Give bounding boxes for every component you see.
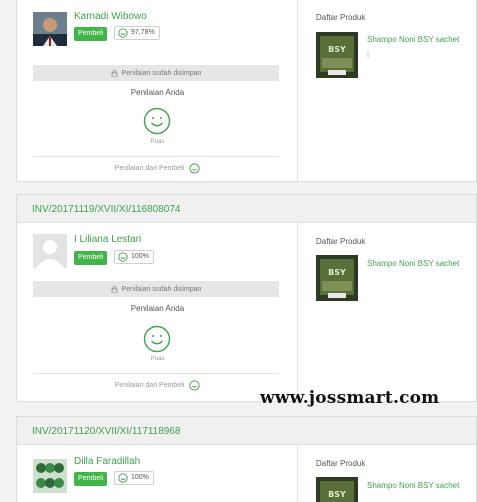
svg-text:BSY: BSY	[328, 268, 346, 277]
buyer-review-panel: Dilla Faradillah Pembeli 100%	[17, 445, 298, 502]
buyer-reputation-chip: 100%	[114, 471, 154, 485]
product-image[interactable]: BSY	[316, 477, 358, 502]
your-rating-label: Penilaian Anda	[130, 304, 185, 313]
product-name[interactable]: Shampo Noni BSY sachet	[367, 481, 459, 490]
buyer-reputation: 97,78%	[131, 29, 155, 36]
smile-icon	[189, 380, 200, 391]
divider	[33, 156, 279, 157]
order-card: INV/20171119/XVII/XI/116808074 I Liliana…	[16, 194, 477, 402]
review-saved-bar: Penilaian sudah disimpan	[33, 281, 279, 297]
product-image[interactable]: BSY	[316, 32, 358, 78]
buyer-reputation-chip: 100%	[114, 250, 154, 264]
review-saved-bar: Penilaian sudah disimpan	[33, 65, 279, 81]
buyer-badge: Pembeli	[74, 27, 108, 41]
product-panel: Daftar Produk BSY Shampo Noni BSY sachet	[299, 445, 476, 502]
buyer-rating-link[interactable]: Penilaian dari Pembeli	[17, 380, 298, 391]
rating-value: Puas	[150, 356, 165, 362]
product-image[interactable]: BSY	[316, 255, 358, 301]
product-note: |	[367, 50, 370, 59]
product-panel: Daftar Produk BSY Shampo Noni BSY sachet	[299, 223, 476, 401]
smile-icon	[143, 107, 171, 135]
product-panel: Daftar Produk BSY Shampo Noni BSY sachet…	[299, 0, 476, 181]
buyer-avatar[interactable]	[33, 12, 67, 46]
product-list-title: Daftar Produk	[316, 459, 366, 468]
smile-icon	[118, 473, 128, 483]
order-card: INV/20171120/XVII/XI/117118968 Dilla Far…	[16, 416, 477, 502]
watermark-text: www.jossmart.com	[260, 388, 440, 408]
from-buyer-text: Penilaian dari Pembeli	[114, 165, 185, 172]
lock-icon	[111, 69, 118, 77]
buyer-name[interactable]: Dilla Faradillah	[74, 456, 140, 467]
buyer-review-panel: Karnadi Wibowo Pembeli 97,78% Penilaian …	[17, 0, 298, 181]
your-rating-label: Penilaian Anda	[130, 88, 185, 97]
order-card: Karnadi Wibowo Pembeli 97,78% Penilaian …	[16, 0, 477, 182]
smile-icon	[118, 252, 128, 262]
buyer-badge: Pembeli	[74, 472, 108, 486]
lock-icon	[111, 285, 118, 293]
product-list-title: Daftar Produk	[316, 237, 366, 246]
review-saved-text: Penilaian sudah disimpan	[121, 285, 202, 293]
product-list-title: Daftar Produk	[316, 13, 366, 22]
invoice-number[interactable]: INV/20171119/XVII/XI/116808074	[17, 195, 476, 223]
buyer-name[interactable]: I Liliana Lestari	[74, 234, 141, 245]
smile-icon	[143, 325, 171, 353]
buyer-reputation: 100%	[131, 253, 149, 260]
buyer-name[interactable]: Karnadi Wibowo	[74, 11, 147, 22]
product-name[interactable]: Shampo Noni BSY sachet	[367, 259, 459, 268]
from-buyer-text: Penilaian dari Pembeli	[114, 382, 185, 389]
divider	[33, 373, 279, 374]
buyer-avatar[interactable]	[33, 459, 67, 493]
rating-value: Puas	[150, 139, 165, 145]
buyer-reputation: 100%	[131, 474, 149, 481]
buyer-review-panel: I Liliana Lestari Pembeli 100% Penilaian…	[17, 223, 298, 401]
buyer-rating-link[interactable]: Penilaian dari Pembeli	[17, 163, 298, 174]
svg-text:BSY: BSY	[328, 45, 346, 54]
review-saved-text: Penilaian sudah disimpan	[121, 69, 202, 77]
product-name[interactable]: Shampo Noni BSY sachet	[367, 35, 459, 44]
buyer-reputation-chip: 97,78%	[114, 26, 160, 40]
smile-icon	[189, 163, 200, 174]
smile-icon	[118, 28, 128, 38]
invoice-number[interactable]: INV/20171120/XVII/XI/117118968	[17, 417, 476, 445]
buyer-avatar[interactable]	[33, 234, 67, 268]
buyer-badge: Pembeli	[74, 251, 108, 265]
svg-text:BSY: BSY	[328, 490, 346, 499]
